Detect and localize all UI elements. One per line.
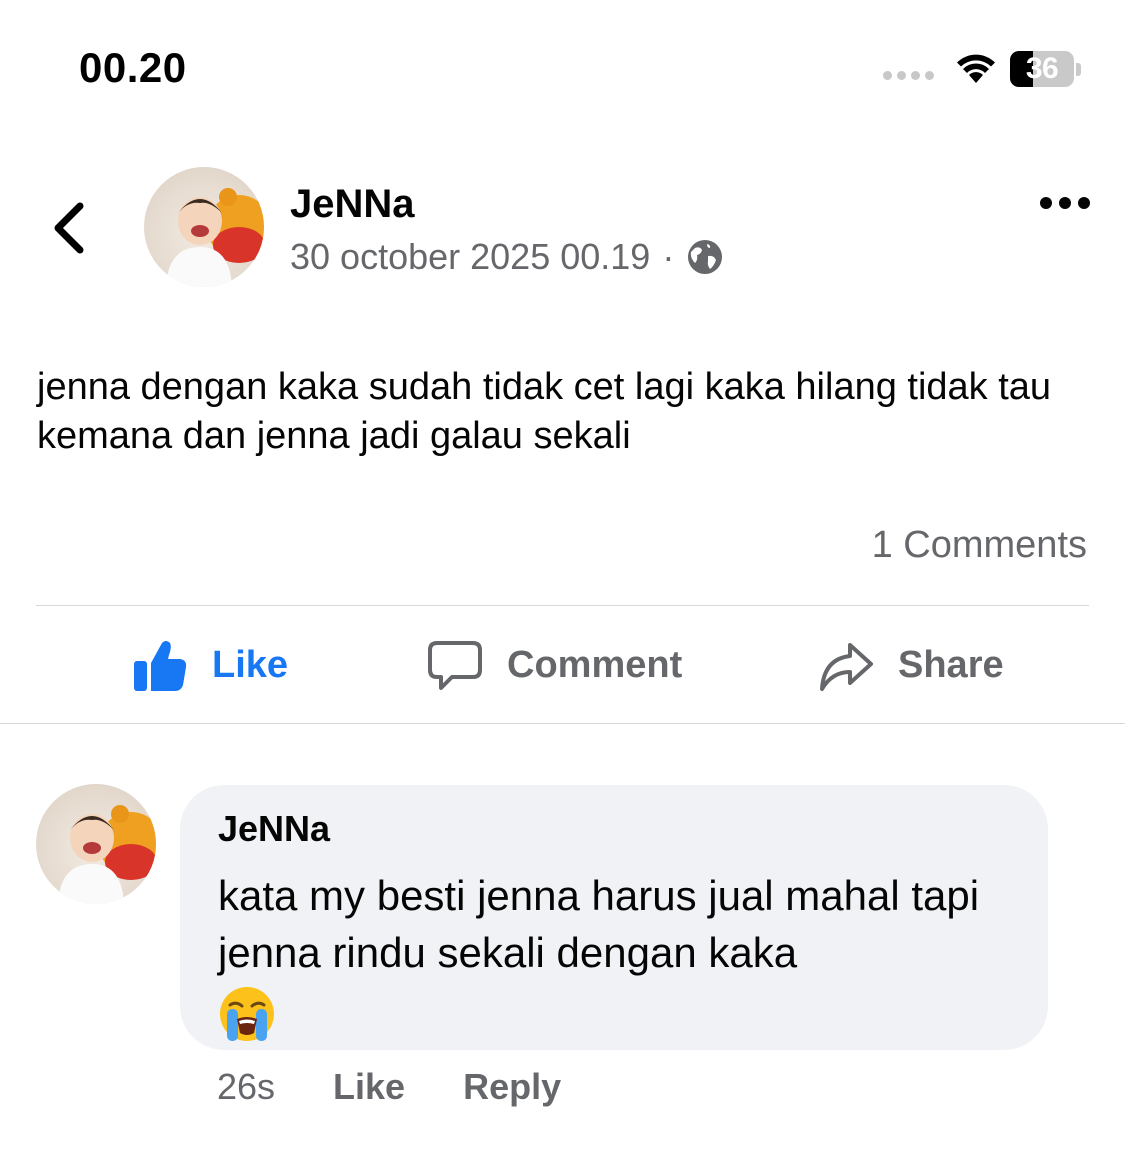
battery-cap — [1076, 62, 1081, 76]
battery-icon: 36 — [1010, 51, 1074, 87]
post-detail-screen: 00.20 36 JeNNa 30 october 2025 00.19 · j… — [0, 0, 1125, 1175]
post-author-name[interactable]: JeNNa — [290, 182, 415, 227]
more-options-icon[interactable] — [1038, 190, 1092, 216]
like-button-label: Like — [212, 643, 289, 686]
post-timestamp[interactable]: 30 october 2025 00.19 — [290, 236, 650, 278]
comment-bubble[interactable]: JeNNa kata my besti jenna harus jual mah… — [180, 785, 1048, 1050]
comment-button[interactable]: Comment — [427, 632, 682, 698]
loudly-crying-face-icon — [220, 986, 274, 1041]
cellular-signal-icon — [883, 70, 934, 80]
commenter-avatar[interactable] — [36, 784, 156, 904]
status-time: 00.20 — [79, 44, 187, 91]
author-avatar[interactable] — [144, 167, 264, 287]
comment-like-button[interactable]: Like — [333, 1066, 405, 1108]
share-button-label: Share — [898, 643, 1004, 686]
comment-count-link[interactable]: 1 Comments — [872, 524, 1087, 567]
share-button[interactable]: Share — [818, 632, 1004, 698]
like-button[interactable]: Like — [132, 632, 288, 698]
comment-text: kata my besti jenna harus jual mahal tap… — [218, 867, 1010, 1043]
meta-separator: · — [662, 236, 675, 277]
back-chevron-icon[interactable] — [44, 200, 94, 256]
divider — [0, 723, 1125, 724]
comment-age: 26s — [217, 1066, 276, 1107]
comment-button-label: Comment — [507, 643, 683, 686]
comment-footer: 26s Like Reply — [217, 1066, 619, 1108]
status-indicators: 36 — [883, 48, 1081, 90]
divider — [36, 605, 1089, 606]
comment-reply-button[interactable]: Reply — [463, 1066, 561, 1108]
wifi-icon — [957, 54, 995, 83]
battery-level: 36 — [1025, 52, 1059, 85]
globe-icon[interactable] — [686, 238, 724, 276]
post-text: jenna dengan kaka sudah tidak cet lagi k… — [37, 366, 1052, 457]
comment-text-body: kata my besti jenna harus jual mahal tap… — [218, 872, 980, 976]
comment-author-name[interactable]: JeNNa — [218, 807, 1010, 851]
share-arrow-icon — [820, 643, 873, 691]
thumbs-up-icon — [134, 641, 187, 691]
comment-bubble-icon — [428, 641, 482, 690]
post-meta: 30 october 2025 00.19 · — [290, 236, 724, 278]
